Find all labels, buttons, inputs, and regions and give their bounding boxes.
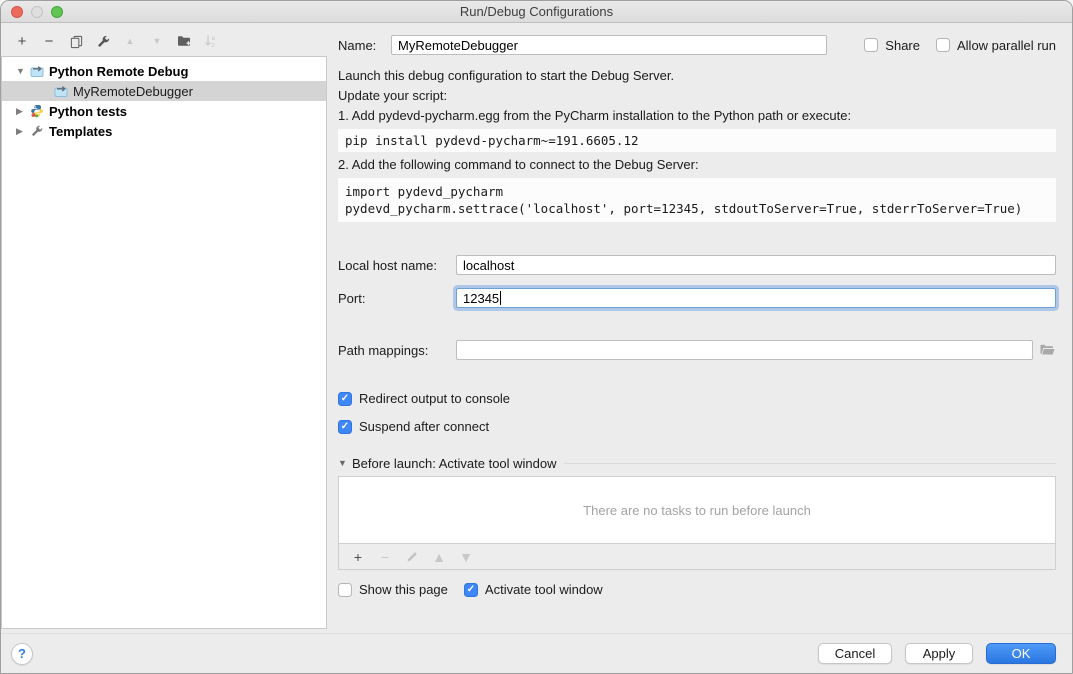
- before-launch-header[interactable]: ▼ Before launch: Activate tool window: [338, 455, 1056, 471]
- wrench-icon: [29, 124, 44, 139]
- suspend-after-connect-label: Suspend after connect: [359, 419, 489, 434]
- share-checkbox[interactable]: Share: [864, 38, 920, 53]
- activate-tool-window-checkbox[interactable]: Activate tool window: [464, 582, 603, 597]
- collapse-icon[interactable]: ▼: [338, 458, 352, 468]
- help-button[interactable]: ?: [11, 643, 33, 665]
- show-this-page-label: Show this page: [359, 582, 448, 597]
- port-input[interactable]: 12345: [456, 288, 1056, 308]
- add-configuration-button[interactable]: +: [14, 33, 30, 49]
- configurations-toolbar: + − ▲ ▼ az: [14, 29, 219, 53]
- move-task-down-button: ▼: [458, 549, 474, 565]
- name-label: Name:: [338, 38, 391, 53]
- run-debug-configurations-dialog: Run/Debug Configurations + − ▲ ▼ az: [0, 0, 1073, 674]
- move-down-button: ▼: [149, 33, 165, 49]
- description-step: 2. Add the following command to connect …: [338, 157, 1056, 173]
- description-line: Update your script:: [338, 88, 1056, 104]
- checkbox-icon[interactable]: [338, 420, 352, 434]
- local-host-name-input[interactable]: [456, 255, 1056, 275]
- before-launch-title: Before launch: Activate tool window: [352, 456, 557, 471]
- sort-configurations-icon: az: [203, 33, 219, 49]
- settrace-code: import pydevd_pycharm pydevd_pycharm.set…: [338, 178, 1056, 222]
- minimize-button: [31, 6, 43, 18]
- edit-task-pencil-icon: [404, 549, 420, 565]
- svg-text:a: a: [212, 35, 216, 42]
- description-line: Launch this debug configuration to start…: [338, 68, 1056, 84]
- tree-item-templates[interactable]: ▶ Templates: [2, 121, 326, 141]
- cancel-button[interactable]: Cancel: [818, 643, 892, 664]
- empty-tasks-message: There are no tasks to run before launch: [583, 503, 811, 518]
- run-config-icon: [29, 64, 44, 79]
- port-value: 12345: [463, 291, 499, 306]
- browse-folder-icon[interactable]: [1038, 342, 1056, 358]
- run-config-icon: [53, 84, 68, 99]
- chevron-right-icon[interactable]: ▶: [16, 106, 29, 117]
- redirect-output-checkbox[interactable]: Redirect output to console: [338, 391, 1056, 406]
- tree-item-label: MyRemoteDebugger: [73, 84, 193, 99]
- show-this-page-checkbox[interactable]: Show this page: [338, 582, 448, 597]
- checkbox-icon[interactable]: [464, 583, 478, 597]
- apply-button[interactable]: Apply: [905, 643, 973, 664]
- allow-parallel-run-checkbox[interactable]: Allow parallel run: [936, 38, 1056, 53]
- path-mappings-input[interactable]: [456, 340, 1033, 360]
- dialog-footer: ? Cancel Apply OK: [1, 633, 1072, 673]
- move-up-button: ▲: [122, 33, 138, 49]
- copy-configuration-icon[interactable]: [68, 33, 84, 49]
- allow-parallel-run-label: Allow parallel run: [957, 38, 1056, 53]
- chevron-down-icon[interactable]: ▼: [16, 66, 29, 76]
- redirect-output-label: Redirect output to console: [359, 391, 510, 406]
- checkbox-icon[interactable]: [864, 38, 878, 52]
- remove-task-button: −: [377, 549, 393, 565]
- add-task-button[interactable]: +: [350, 549, 366, 565]
- suspend-after-connect-checkbox[interactable]: Suspend after connect: [338, 419, 1056, 434]
- configurations-tree: ▼ Python Remote Debug MyRemoteDebugger ▶: [1, 56, 327, 629]
- chevron-right-icon[interactable]: ▶: [16, 126, 29, 137]
- share-label: Share: [885, 38, 920, 53]
- titlebar: Run/Debug Configurations: [1, 1, 1072, 23]
- ok-button[interactable]: OK: [986, 643, 1056, 664]
- checkbox-icon[interactable]: [936, 38, 950, 52]
- close-button[interactable]: [11, 6, 23, 18]
- python-tests-icon: [29, 104, 44, 119]
- pip-install-code: pip install pydevd-pycharm~=191.6605.12: [338, 129, 1056, 152]
- configuration-editor: Name: Share Allow parallel run Launch th…: [327, 23, 1072, 633]
- port-label: Port:: [338, 291, 456, 306]
- tree-item-label: Templates: [49, 124, 112, 139]
- tree-item-python-remote-debug[interactable]: ▼ Python Remote Debug: [2, 61, 326, 81]
- tree-item-label: Python Remote Debug: [49, 64, 188, 79]
- checkbox-icon[interactable]: [338, 392, 352, 406]
- tree-item-label: Python tests: [49, 104, 127, 119]
- description-step: 1. Add pydevd-pycharm.egg from the PyCha…: [338, 108, 1056, 124]
- window-title: Run/Debug Configurations: [460, 4, 613, 19]
- tree-item-python-tests[interactable]: ▶ Python tests: [2, 101, 326, 121]
- zoom-button[interactable]: [51, 6, 63, 18]
- name-input[interactable]: [391, 35, 827, 55]
- local-host-name-label: Local host name:: [338, 258, 456, 273]
- activate-tool-window-label: Activate tool window: [485, 582, 603, 597]
- code-line: import pydevd_pycharm: [345, 183, 1049, 200]
- new-folder-icon[interactable]: [176, 33, 192, 49]
- path-mappings-label: Path mappings:: [338, 343, 456, 358]
- before-launch-task-list: There are no tasks to run before launch: [338, 476, 1056, 544]
- edit-templates-wrench-icon[interactable]: [95, 33, 111, 49]
- code-line: pydevd_pycharm.settrace('localhost', por…: [345, 200, 1049, 217]
- remove-configuration-button[interactable]: −: [41, 33, 57, 49]
- header-divider: [564, 463, 1056, 464]
- before-launch-toolbar: + − ▲ ▼: [338, 544, 1056, 570]
- checkbox-icon[interactable]: [338, 583, 352, 597]
- tree-item-myremotedebugger[interactable]: MyRemoteDebugger: [2, 81, 326, 101]
- svg-text:z: z: [212, 42, 215, 49]
- move-task-up-button: ▲: [431, 549, 447, 565]
- text-caret: [500, 291, 501, 305]
